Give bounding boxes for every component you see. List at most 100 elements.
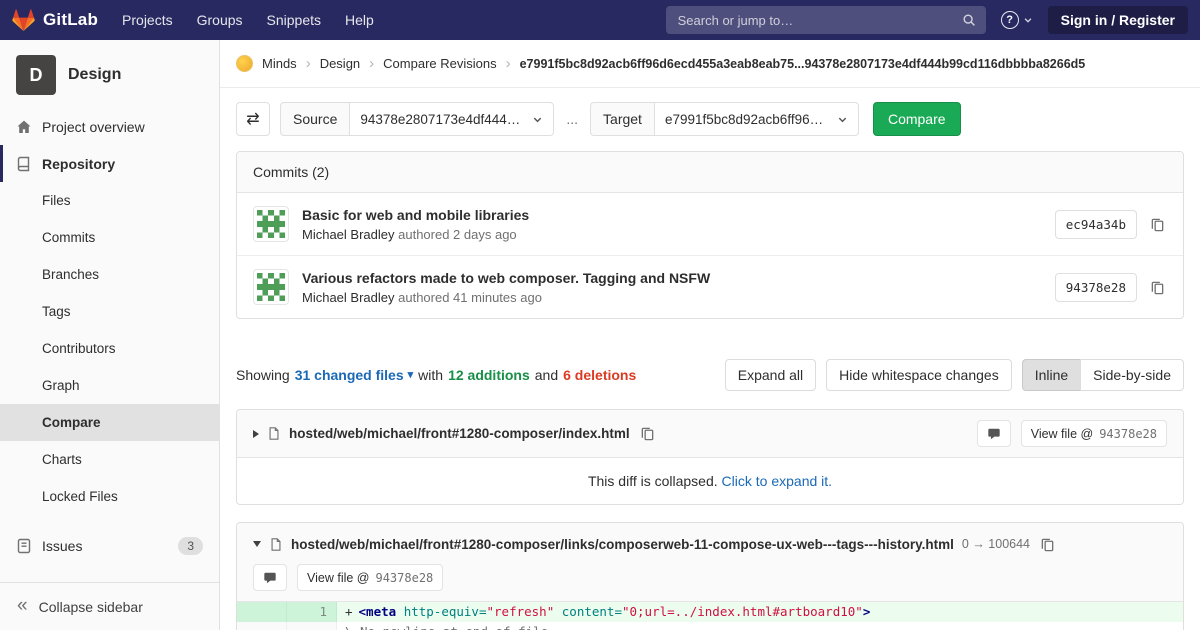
and-label: and bbox=[535, 367, 558, 383]
breadcrumb-link-minds[interactable]: Minds bbox=[262, 56, 297, 71]
copy-file-path-button[interactable] bbox=[1038, 535, 1057, 554]
main-content: Minds › Design › Compare Revisions › e79… bbox=[220, 40, 1200, 630]
hide-whitespace-button[interactable]: Hide whitespace changes bbox=[826, 359, 1012, 391]
changed-files-dropdown[interactable]: 31 changed files ▾ bbox=[295, 367, 413, 383]
no-newline-row: \ No newline at end of file bbox=[237, 622, 1183, 630]
copy-commit-sha-button[interactable] bbox=[1148, 215, 1167, 234]
search-input[interactable] bbox=[676, 12, 954, 29]
issues-icon bbox=[16, 538, 32, 554]
nav-link-projects[interactable]: Projects bbox=[122, 12, 173, 28]
caret-down-icon: ▾ bbox=[408, 370, 414, 381]
with-label: with bbox=[418, 367, 443, 383]
sub-item-label: Commits bbox=[42, 230, 95, 245]
breadcrumb-current-revisions: e7991f5bc8d92acb6ff96d6ecd455a3eab8eab75… bbox=[520, 57, 1086, 71]
commit-author-avatar bbox=[253, 206, 289, 242]
gitlab-home-link[interactable]: GitLab bbox=[12, 9, 98, 32]
copy-file-path-button[interactable] bbox=[638, 424, 657, 443]
source-revision-dropdown[interactable]: 94378e2807173e4df444b99cd116dbbbba8266d5 bbox=[349, 102, 554, 136]
sidebar-item-branches[interactable]: Branches bbox=[0, 256, 219, 293]
sidebar-item-project-overview[interactable]: Project overview bbox=[0, 108, 219, 145]
group-avatar bbox=[236, 55, 253, 72]
expand-diff-link[interactable]: Click to expand it. bbox=[722, 473, 833, 489]
commit-author-link[interactable]: Michael Bradley bbox=[302, 227, 395, 242]
showing-label: Showing bbox=[236, 367, 290, 383]
commit-author-avatar bbox=[253, 269, 289, 305]
search-box[interactable] bbox=[666, 6, 986, 34]
identicon-icon bbox=[257, 273, 285, 301]
file-mode-change: 0 → 100644 bbox=[962, 537, 1030, 551]
new-line-number[interactable]: 1 bbox=[287, 602, 337, 622]
file-path-link[interactable]: hosted/web/michael/front#1280-composer/i… bbox=[289, 426, 630, 441]
sidebar-item-charts[interactable]: Charts bbox=[0, 441, 219, 478]
collapse-sidebar-label: Collapse sidebar bbox=[39, 599, 143, 615]
chevron-right-icon: › bbox=[506, 55, 511, 72]
sidebar-item-commits[interactable]: Commits bbox=[0, 219, 219, 256]
additions-count: 12 additions bbox=[448, 367, 530, 383]
copy-commit-sha-button[interactable] bbox=[1148, 278, 1167, 297]
file-path-link[interactable]: hosted/web/michael/front#1280-composer/l… bbox=[291, 537, 954, 552]
swap-revisions-button[interactable]: ⇄ bbox=[236, 102, 270, 136]
nav-link-groups[interactable]: Groups bbox=[197, 12, 243, 28]
commit-author-link[interactable]: Michael Bradley bbox=[302, 290, 395, 305]
toggle-comments-button[interactable] bbox=[253, 564, 287, 591]
view-file-button[interactable]: View file @ 94378e28 bbox=[1021, 420, 1167, 447]
view-file-button[interactable]: View file @ 94378e28 bbox=[297, 564, 443, 591]
sub-item-label: Compare bbox=[42, 415, 101, 430]
nav-link-help[interactable]: Help bbox=[345, 12, 374, 28]
expand-all-button[interactable]: Expand all bbox=[725, 359, 816, 391]
source-label: Source bbox=[280, 102, 349, 136]
commit-title-link[interactable]: Basic for web and mobile libraries bbox=[302, 207, 529, 223]
sidebar-item-compare[interactable]: Compare bbox=[0, 404, 219, 441]
sidebar-item-issues[interactable]: Issues 3 bbox=[0, 527, 219, 564]
expand-diff-caret-icon[interactable] bbox=[253, 430, 259, 438]
gitlab-tanuki-icon bbox=[12, 9, 35, 32]
chevron-down-icon bbox=[532, 114, 543, 125]
nav-link-snippets[interactable]: Snippets bbox=[267, 12, 321, 28]
help-dropdown[interactable]: ? bbox=[1001, 11, 1033, 29]
sidebar-item-tags[interactable]: Tags bbox=[0, 293, 219, 330]
comment-icon bbox=[263, 571, 277, 585]
toggle-comments-button[interactable] bbox=[977, 420, 1011, 447]
code-token: "0;url=../index.html#artboard10" bbox=[622, 604, 863, 619]
collapse-diff-caret-icon[interactable] bbox=[253, 541, 261, 547]
copy-icon bbox=[1040, 537, 1055, 552]
sidebar-item-repository[interactable]: Repository bbox=[0, 145, 219, 182]
new-line-number bbox=[287, 622, 337, 630]
target-revision-dropdown[interactable]: e7991f5bc8d92acb6ff96d6ecd455a3eab8eab75 bbox=[654, 102, 859, 136]
gitlab-compare-page: GitLab Projects Groups Snippets Help ? S… bbox=[0, 0, 1200, 630]
breadcrumb-link-compare-revisions[interactable]: Compare Revisions bbox=[383, 56, 496, 71]
side-by-side-view-button[interactable]: Side-by-side bbox=[1080, 359, 1184, 391]
collapse-sidebar-button[interactable]: « Collapse sidebar bbox=[0, 582, 219, 630]
inline-view-button[interactable]: Inline bbox=[1022, 359, 1081, 391]
sidebar-item-contributors[interactable]: Contributors bbox=[0, 330, 219, 367]
sign-in-register-button[interactable]: Sign in / Register bbox=[1048, 6, 1188, 34]
commits-panel-header: Commits (2) bbox=[237, 152, 1183, 193]
view-file-label: View file @ bbox=[307, 571, 369, 585]
sidebar-item-label: Issues bbox=[42, 538, 82, 554]
sidebar-item-files[interactable]: Files bbox=[0, 182, 219, 219]
copy-icon bbox=[640, 426, 655, 441]
target-label: Target bbox=[590, 102, 654, 136]
diff-file-header: hosted/web/michael/front#1280-composer/l… bbox=[237, 523, 1183, 602]
diff-summary-bar: Showing 31 changed files ▾ with 12 addit… bbox=[236, 359, 1184, 391]
compare-button[interactable]: Compare bbox=[873, 102, 961, 136]
diff-added-line: 1 +<meta http-equiv="refresh" content="0… bbox=[237, 602, 1183, 622]
project-name: Design bbox=[68, 66, 121, 84]
double-chevron-left-icon: « bbox=[17, 596, 28, 615]
file-icon bbox=[267, 426, 281, 441]
commit-row: Various refactors made to web composer. … bbox=[237, 255, 1183, 318]
project-avatar: D bbox=[16, 55, 56, 95]
view-file-label: View file @ bbox=[1031, 427, 1093, 441]
commit-sha: ec94a34b bbox=[1055, 210, 1137, 239]
sub-item-label: Charts bbox=[42, 452, 82, 467]
help-icon: ? bbox=[1001, 11, 1019, 29]
source-input-group: Source 94378e2807173e4df444b99cd116dbbbb… bbox=[280, 102, 554, 136]
chevron-right-icon: › bbox=[306, 55, 311, 72]
sidebar-item-locked-files[interactable]: Locked Files bbox=[0, 478, 219, 515]
commit-title-link[interactable]: Various refactors made to web composer. … bbox=[302, 270, 710, 286]
compare-form: ⇄ Source 94378e2807173e4df444b99cd116dbb… bbox=[236, 102, 1184, 136]
project-context-header[interactable]: D Design bbox=[0, 40, 219, 108]
breadcrumb-link-design[interactable]: Design bbox=[320, 56, 360, 71]
search-icon[interactable] bbox=[962, 13, 976, 27]
sidebar-item-graph[interactable]: Graph bbox=[0, 367, 219, 404]
